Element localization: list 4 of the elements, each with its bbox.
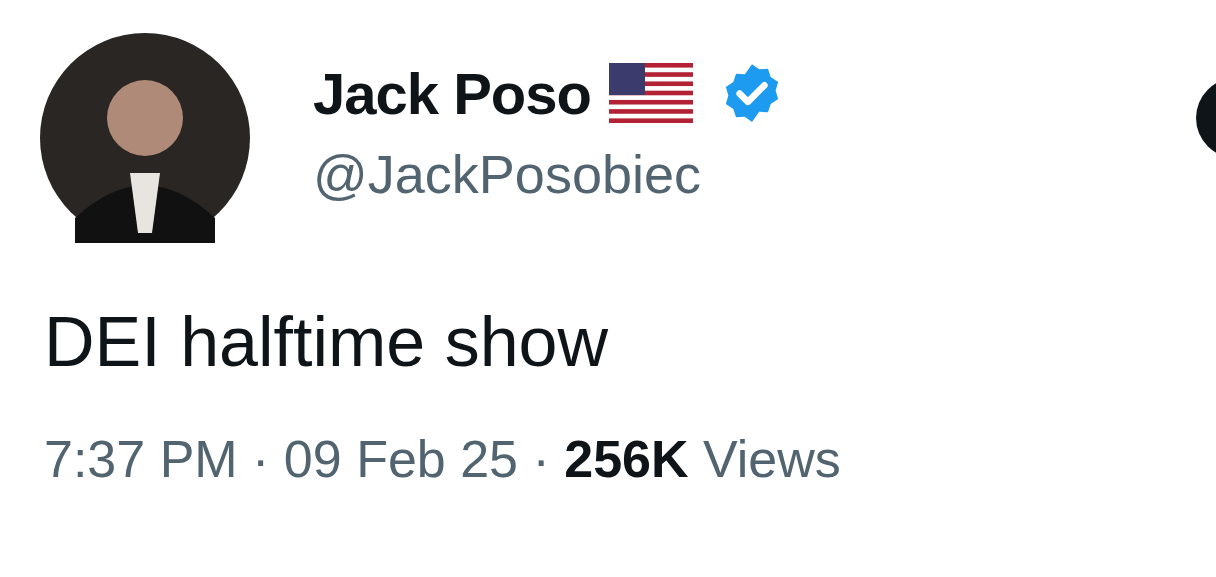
display-name: Jack Poso xyxy=(313,59,591,127)
tweet-meta: 7:37 PM · 09 Feb 25 · 256K Views xyxy=(44,429,842,489)
tweet-text: DEI halftime show xyxy=(44,302,610,383)
user-handle: @JackPosobiec xyxy=(313,143,702,205)
